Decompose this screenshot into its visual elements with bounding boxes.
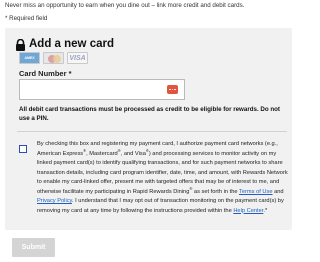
required-field-note: * Required field <box>5 15 48 22</box>
divider <box>17 131 287 132</box>
debit-card-note: All debit card transactions must be proc… <box>19 106 280 122</box>
mastercard-logo <box>43 52 64 64</box>
password-manager-icon[interactable] <box>167 85 178 94</box>
terms-of-use-link[interactable]: Terms of Use <box>239 189 273 195</box>
consent-checkbox[interactable] <box>19 145 27 153</box>
privacy-policy-link[interactable]: Privacy Policy <box>37 198 72 204</box>
amex-logo: AMEX <box>19 52 40 64</box>
add-card-title: Add a new card <box>29 38 114 50</box>
help-center-link[interactable]: Help Center <box>233 208 263 214</box>
add-card-header: Add a new card <box>15 38 114 51</box>
consent-text: By checking this box and registering my … <box>37 141 288 214</box>
accepted-cards: AMEX VISA <box>19 52 88 64</box>
intro-text: Never miss an opportunity to earn when y… <box>5 2 245 9</box>
visa-logo: VISA <box>67 52 88 64</box>
card-number-label: Card Number * <box>19 69 72 78</box>
submit-button[interactable]: Submit <box>12 238 55 257</box>
lock-icon <box>15 38 26 51</box>
card-number-input[interactable] <box>19 79 185 100</box>
